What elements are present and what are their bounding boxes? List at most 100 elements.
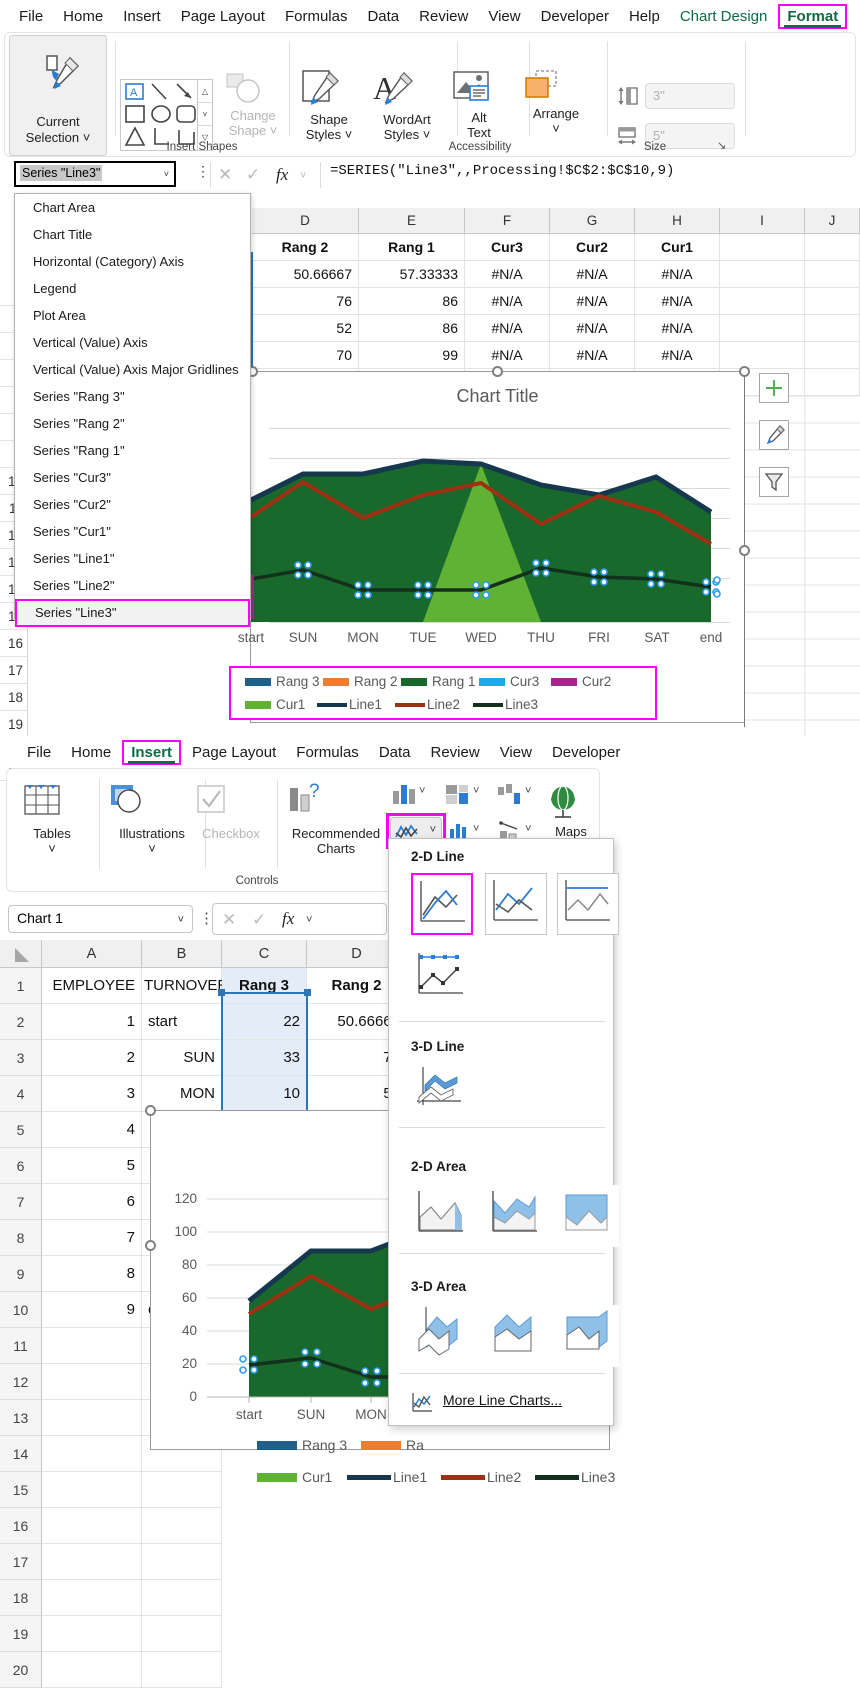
row-header-b13[interactable]: 13 bbox=[0, 1400, 42, 1436]
legend-item-line3[interactable]: Line3 bbox=[473, 697, 538, 712]
series-selection-handles[interactable] bbox=[251, 372, 746, 628]
tab-view[interactable]: View bbox=[479, 5, 529, 28]
row-header-b4[interactable]: 4 bbox=[0, 1076, 42, 1112]
chart-type-2d-area-3[interactable] bbox=[557, 1185, 619, 1247]
dropdown-item-vertical-axis[interactable]: Vertical (Value) Axis bbox=[15, 329, 250, 356]
row-header-b12[interactable]: 12 bbox=[0, 1364, 42, 1400]
column-header-A[interactable]: A bbox=[42, 940, 142, 968]
cell-A15[interactable] bbox=[42, 1472, 142, 1508]
waterfall-chart-button[interactable] bbox=[495, 781, 525, 807]
cell-E3[interactable]: 86 bbox=[359, 288, 465, 315]
cell-B18[interactable] bbox=[142, 1580, 222, 1616]
chart-handle-mr[interactable] bbox=[739, 545, 750, 556]
cancel-icon-2[interactable]: ✕ bbox=[222, 910, 236, 930]
select-all-button[interactable] bbox=[0, 940, 42, 968]
shape-height-input[interactable]: 3" bbox=[645, 83, 735, 109]
dropdown-item-series-rang3[interactable]: Series "Rang 3" bbox=[15, 383, 250, 410]
chart-bottom-handle-ml[interactable] bbox=[145, 1240, 156, 1251]
current-selection-button[interactable]: Current Selection ˅ bbox=[9, 35, 107, 156]
chart-handle-tc[interactable] bbox=[492, 366, 503, 377]
more-options-icon-2[interactable]: ⋮ bbox=[199, 909, 214, 927]
chevron-down-icon-2[interactable]: ˅ bbox=[178, 914, 184, 926]
cell-G5[interactable]: #N/A bbox=[550, 342, 635, 369]
row-header-b6[interactable]: 6 bbox=[0, 1148, 42, 1184]
tab-page-layout[interactable]: Page Layout bbox=[172, 5, 274, 28]
formula-bar-top[interactable]: =SERIES("Line3",,Processing!$C$2:$C$10,9… bbox=[330, 163, 674, 179]
cell-A14[interactable] bbox=[42, 1436, 142, 1472]
column-header-E[interactable]: E bbox=[359, 208, 465, 234]
name-box-bottom[interactable]: Chart 1 ˅ bbox=[8, 905, 193, 933]
recommended-charts-button[interactable]: ? Recommended Charts bbox=[281, 781, 391, 856]
legend-item-cur3[interactable]: Cur3 bbox=[479, 674, 539, 689]
legend-item-bottom-rang3[interactable]: Rang 3 bbox=[257, 1437, 347, 1453]
cell-F4[interactable]: #N/A bbox=[465, 315, 550, 342]
insert-function-icon[interactable]: fx bbox=[276, 165, 288, 185]
legend-item-bottom-cur1[interactable]: Cur1 bbox=[257, 1469, 332, 1485]
cell-A1[interactable]: EMPLOYEE bbox=[42, 968, 142, 1004]
cell-H4[interactable]: #N/A bbox=[635, 315, 720, 342]
cell-D2[interactable]: 50.66667 bbox=[252, 261, 359, 288]
cell-D4[interactable]: 52 bbox=[252, 315, 359, 342]
row-header-b16[interactable]: 16 bbox=[0, 1508, 42, 1544]
chart-type-3d-area-2[interactable] bbox=[485, 1305, 547, 1367]
cell-J4[interactable] bbox=[805, 315, 860, 342]
dropdown-item-series-rang1[interactable]: Series "Rang 1" bbox=[15, 437, 250, 464]
legend-item-rang2[interactable]: Rang 2 bbox=[323, 674, 398, 689]
row-header-b18[interactable]: 18 bbox=[0, 1580, 42, 1616]
cell-J3[interactable] bbox=[805, 288, 860, 315]
cell-A20[interactable] bbox=[42, 1652, 142, 1688]
shape-styles-button[interactable]: Shape Styles ˅ bbox=[297, 69, 361, 142]
cell-A10[interactable]: 9 bbox=[42, 1292, 142, 1328]
dropdown-item-series-line1[interactable]: Series "Line1" bbox=[15, 545, 250, 572]
row-header-b3[interactable]: 3 bbox=[0, 1040, 42, 1076]
dropdown-item-horizontal-axis[interactable]: Horizontal (Category) Axis bbox=[15, 248, 250, 275]
dropdown-item-legend[interactable]: Legend bbox=[15, 275, 250, 302]
cell-A5[interactable]: 4 bbox=[42, 1112, 142, 1148]
column-header-F[interactable]: F bbox=[465, 208, 550, 234]
cell-F1[interactable]: Cur3 bbox=[465, 234, 550, 261]
range-handle-tl[interactable] bbox=[218, 989, 225, 996]
cell-E4[interactable]: 86 bbox=[359, 315, 465, 342]
formula-expand-chevron-icon-2[interactable]: ˅ bbox=[306, 914, 312, 926]
legend-item-bottom-rang2[interactable]: Ra bbox=[361, 1437, 424, 1453]
tab-formulas[interactable]: Formulas bbox=[276, 5, 357, 28]
row-header-b8[interactable]: 8 bbox=[0, 1220, 42, 1256]
tab2-page-layout[interactable]: Page Layout bbox=[183, 741, 285, 764]
column-header-I[interactable]: I bbox=[720, 208, 805, 234]
column-chart-chevron-icon[interactable]: ˅ bbox=[419, 785, 425, 797]
chart-element-dropdown-list[interactable]: Chart Area Chart Title Horizontal (Categ… bbox=[14, 193, 251, 621]
cell-B15[interactable] bbox=[142, 1472, 222, 1508]
cell-A4[interactable]: 3 bbox=[42, 1076, 142, 1112]
dropdown-item-series-rang2[interactable]: Series "Rang 2" bbox=[15, 410, 250, 437]
cell-H2[interactable]: #N/A bbox=[635, 261, 720, 288]
more-line-charts-link[interactable]: More Line Charts... bbox=[443, 1392, 562, 1408]
row-header-b7[interactable]: 7 bbox=[0, 1184, 42, 1220]
maps-button[interactable]: Maps bbox=[543, 781, 599, 839]
wordart-styles-button[interactable]: A WordArt Styles ˅ bbox=[371, 69, 443, 142]
cell-G1[interactable]: Cur2 bbox=[550, 234, 635, 261]
tables-button[interactable]: Tables ˅ bbox=[19, 781, 85, 856]
row-header-16[interactable]: 16 bbox=[0, 630, 28, 657]
alt-text-button[interactable]: Alt Text bbox=[450, 69, 508, 140]
chart-type-3d-area-1[interactable] bbox=[411, 1305, 473, 1367]
cell-J1[interactable] bbox=[805, 234, 860, 261]
legend-item-line2[interactable]: Line2 bbox=[395, 697, 460, 712]
row-header-b10[interactable]: 10 bbox=[0, 1292, 42, 1328]
cell-I5[interactable] bbox=[720, 342, 805, 369]
cell-J6[interactable] bbox=[805, 369, 860, 396]
cell-J2[interactable] bbox=[805, 261, 860, 288]
tab2-data[interactable]: Data bbox=[370, 741, 420, 764]
chart-filters-button[interactable] bbox=[759, 467, 789, 497]
row-header-b15[interactable]: 15 bbox=[0, 1472, 42, 1508]
column-header-D[interactable]: D bbox=[252, 208, 359, 234]
cell-A8[interactable]: 7 bbox=[42, 1220, 142, 1256]
chart-bottom-handle-tl[interactable] bbox=[145, 1105, 156, 1116]
legend-item-rang3[interactable]: Rang 3 bbox=[245, 674, 320, 689]
shapes-scroll-down-icon[interactable]: ˅ bbox=[198, 103, 212, 126]
size-dialog-launcher[interactable]: ↘ bbox=[717, 139, 726, 152]
column-header-B[interactable]: B bbox=[142, 940, 222, 968]
chart-legend-top[interactable]: Rang 3 Rang 2 Rang 1 Cur3 Cur2 Cur1 bbox=[229, 666, 657, 720]
cell-G2[interactable]: #N/A bbox=[550, 261, 635, 288]
chart-type-3d-line[interactable] bbox=[411, 1063, 473, 1125]
dropdown-item-chart-area[interactable]: Chart Area bbox=[15, 194, 250, 221]
